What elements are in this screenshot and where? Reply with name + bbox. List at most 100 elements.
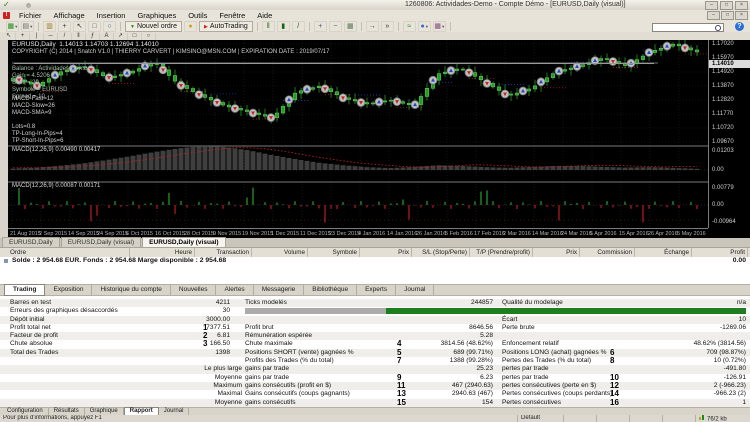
column-header-profit[interactable]: Profit: [692, 248, 748, 257]
cursor-icon[interactable]: ↖: [73, 21, 86, 32]
terminal-tab-trading[interactable]: Trading: [4, 284, 45, 296]
terminal-tab-biblioth-que[interactable]: Bibliothèque: [304, 285, 357, 295]
draw-horizontal-line-icon[interactable]: ─: [44, 33, 58, 40]
zoom-out-icon[interactable]: −: [329, 21, 342, 32]
chart-shift-icon[interactable]: »: [381, 21, 394, 32]
maximize-button[interactable]: □: [720, 1, 733, 10]
toolbar-group: ▦▾▤▾: [2, 22, 39, 31]
periods-icon[interactable]: ●▾: [418, 21, 431, 32]
menu-outils[interactable]: Outils: [182, 11, 213, 20]
close-button[interactable]: ×: [735, 1, 748, 10]
column-header-transaction[interactable]: Transaction: [195, 248, 252, 257]
chart-canvas[interactable]: [8, 40, 708, 228]
terminal-tab-experts[interactable]: Experts: [357, 285, 396, 295]
draw-ellipse-icon[interactable]: ○: [142, 33, 156, 40]
tester-tab-r-sultats[interactable]: Résultats: [49, 408, 85, 415]
draw-text-icon[interactable]: A: [100, 33, 114, 40]
column-header-prix[interactable]: Prix: [360, 248, 412, 257]
price-tick-label: 1.12820: [712, 97, 734, 103]
price-tick-label: 1.14920: [712, 69, 734, 75]
report-row: Profits des Trades (% du total)71388 (99…: [0, 357, 750, 365]
draw-vertical-line-icon[interactable]: |: [30, 33, 44, 40]
bars-chart-icon[interactable]: ‖: [262, 21, 275, 32]
report-row: Le plus largegains par trade25.23pertes …: [0, 365, 750, 373]
expert-advisors-icon[interactable]: ●: [184, 21, 197, 32]
chart-tab-eurusd-daily-0[interactable]: EURUSD,Daily: [2, 237, 60, 247]
terminal-tab-exposition[interactable]: Exposition: [45, 285, 92, 295]
draw-fibonacci-icon[interactable]: ƒ: [86, 33, 100, 40]
terminal-tab-alertes[interactable]: Alertes: [216, 285, 253, 295]
magnifier-icon[interactable]: ○: [103, 21, 116, 32]
terminal-tab-nouvelles[interactable]: Nouvelles: [171, 285, 217, 295]
search-box: [652, 23, 724, 32]
report-v2: 467 (2940.63): [403, 382, 493, 390]
mdi-minimize-button[interactable]: –: [707, 11, 720, 20]
draw-channel-icon[interactable]: ‖: [72, 33, 86, 40]
column-header-symbole[interactable]: Symbole: [308, 248, 360, 257]
crosshair-icon[interactable]: +: [58, 21, 71, 32]
column-header-t-p-prendre-profit[interactable]: T/P (Prendre/profit): [470, 248, 533, 257]
draw-rectangle-icon[interactable]: □: [128, 33, 142, 40]
column-header-volume[interactable]: Volume: [252, 248, 308, 257]
minimize-button[interactable]: –: [705, 1, 718, 10]
chart-window-icon[interactable]: ▥: [43, 21, 56, 32]
auto-scroll-icon[interactable]: →: [366, 21, 379, 32]
draw-trendline-icon[interactable]: /: [58, 33, 72, 40]
window-title: 1260806: Actividades-Demo - Compte Démo …: [405, 1, 626, 8]
balance-row[interactable]: Solde : 2 954.68 EUR. Fonds : 2 954.68 M…: [0, 257, 750, 265]
new-order-button[interactable]: ▼Nouvel ordre: [125, 21, 182, 32]
menu-fichier[interactable]: Fichier: [13, 11, 48, 20]
terminal-tab-messagerie[interactable]: Messagerie: [254, 285, 305, 295]
report-c1: Profit total net: [10, 324, 51, 332]
draw-cursor-icon[interactable]: ↖: [2, 33, 16, 40]
mdi-restore-button[interactable]: □: [721, 11, 734, 20]
tile-windows-icon[interactable]: ▦: [344, 21, 357, 32]
line-chart-icon[interactable]: /: [292, 21, 305, 32]
report-v2: 154: [403, 399, 493, 407]
report-v2: 8646.56: [403, 324, 493, 332]
candlestick-chart-icon[interactable]: ▮: [277, 21, 290, 32]
column-header-commission[interactable]: Commission: [580, 248, 635, 257]
profiles-icon[interactable]: ▤▾: [21, 21, 34, 32]
terminal-tab-historique-du-compte[interactable]: Historique du compte: [92, 285, 170, 295]
menu-graphiques[interactable]: Graphiques: [131, 11, 182, 20]
tester-tab-graphique[interactable]: Graphique: [85, 408, 124, 415]
toolbar-group: →»: [362, 22, 399, 31]
column-header-change[interactable]: Échange: [635, 248, 692, 257]
search-input[interactable]: [654, 24, 712, 30]
column-header-ordre[interactable]: Ordre: [0, 248, 130, 257]
menu-affichage[interactable]: Affichage: [48, 11, 91, 20]
indicators-icon[interactable]: ≈: [403, 21, 416, 32]
draw-arrow-icon[interactable]: ↗: [114, 33, 128, 40]
menu-insertion[interactable]: Insertion: [91, 11, 132, 20]
report-row: Maximumgains consécutifs (profit en $)11…: [0, 382, 750, 390]
price-tick-label: 1.11770: [712, 111, 733, 117]
macd2-tick-label: 0.00: [712, 202, 724, 208]
report-v2: 3814.56 (48.62%): [403, 340, 493, 348]
help-button[interactable]: ?: [735, 22, 744, 31]
select-rect-icon[interactable]: □: [88, 21, 101, 32]
chart-tab-eurusd-daily-visual-1[interactable]: EURUSD,Daily (visual): [61, 237, 141, 247]
terminal-tab-journal[interactable]: Journal: [396, 285, 434, 295]
autotrading-button[interactable]: ▶AutoTrading: [199, 21, 253, 32]
draw-crosshair-icon[interactable]: +: [16, 33, 30, 40]
column-header-s-l-stop-perte[interactable]: S/L (Stop/Perte): [412, 248, 470, 257]
tester-tab-journal[interactable]: Journal: [159, 408, 190, 415]
date-tick-label: 26 Apr 2016: [648, 231, 678, 237]
menu-fen-tre[interactable]: Fenêtre: [213, 11, 251, 20]
chart-tab-eurusd-daily-visual-2[interactable]: EURUSD,Daily (visual): [142, 237, 225, 247]
new-chart-icon[interactable]: ▦▾: [6, 21, 19, 32]
mdi-close-button[interactable]: ×: [735, 11, 748, 20]
price-axis[interactable]: 1.170201.159701.149201.138701.128201.117…: [708, 40, 750, 228]
column-header-prix[interactable]: Prix: [533, 248, 580, 257]
status-profile[interactable]: Default: [518, 415, 564, 422]
tester-tab-configuration[interactable]: Configuration: [2, 408, 49, 415]
report-row: Moyennegains consécutifs15154Pertes cons…: [0, 399, 750, 407]
column-header-heure[interactable]: Heure: [130, 248, 195, 257]
templates-icon[interactable]: ▦▾: [433, 21, 446, 32]
status-dot-icon: [26, 3, 31, 8]
menu-aide[interactable]: Aide: [251, 11, 278, 20]
chart-area[interactable]: EURUSD,Daily 1.14013 1.14703 1.12694 1.1…: [8, 40, 750, 238]
report-c1: Facteur de profit: [10, 332, 58, 340]
zoom-in-icon[interactable]: +: [314, 21, 327, 32]
